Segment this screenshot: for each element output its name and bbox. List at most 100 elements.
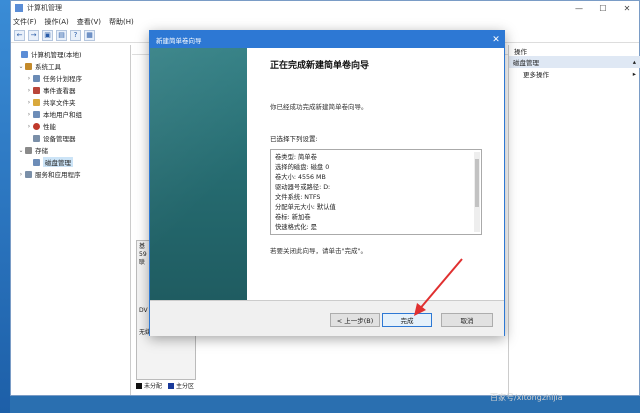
tree-item-label: 本地用户和组	[43, 111, 82, 119]
show-tree-icon[interactable]: ▣	[42, 29, 53, 41]
tree-item-local-users[interactable]: › 本地用户和组	[11, 108, 130, 120]
maximize-button[interactable]: ☐	[591, 4, 615, 13]
tree-item-task-scheduler[interactable]: › 任务计划程序	[11, 72, 130, 84]
legend-unallocated: 未分配	[144, 383, 163, 390]
summary-line: 卷类型: 简单卷	[275, 154, 317, 161]
wizard-content: 正在完成新建简单卷向导 你已经成功完成新建简单卷向导。 已选择下列设置: 卷类型…	[270, 48, 500, 255]
chevron-right-icon[interactable]: ›	[25, 111, 33, 118]
navigation-tree: 计算机管理(本地) ⌄ 系统工具 › 任务计划程序 › 事件查看器 › 共享文件…	[11, 45, 131, 395]
back-icon[interactable]: ←	[14, 29, 25, 41]
wizard-heading: 正在完成新建简单卷向导	[270, 61, 370, 71]
minimize-button[interactable]: —	[567, 4, 591, 13]
device-icon	[33, 134, 40, 142]
chevron-down-icon[interactable]: ⌄	[17, 63, 25, 70]
tree-item-label: 存储	[35, 147, 48, 155]
collapse-icon[interactable]: ▴	[633, 58, 636, 66]
tree-item-services-apps[interactable]: › 服务和应用程序	[11, 168, 130, 180]
services-icon	[25, 170, 32, 178]
actions-header: 操作	[514, 47, 527, 56]
users-icon	[33, 110, 40, 118]
cancel-button[interactable]: 取消	[441, 313, 493, 327]
tree-item-performance[interactable]: › 性能	[11, 120, 130, 132]
help-icon[interactable]: ?	[70, 29, 81, 41]
summary-line: 文件系统: NTFS	[275, 194, 321, 201]
tree-item-label: 共享文件夹	[43, 99, 76, 107]
tree-item-label: 磁盘管理	[43, 157, 73, 167]
tree-item-label: 任务计划程序	[43, 75, 82, 83]
new-simple-volume-wizard: 新建简单卷向导 ✕ 正在完成新建简单卷向导 你已经成功完成新建简单卷向导。 已选…	[149, 30, 505, 336]
dialog-close-icon[interactable]: ✕	[488, 35, 504, 45]
finish-button[interactable]: 完成	[382, 313, 432, 327]
window-controls: — ☐ ✕	[567, 4, 639, 13]
actions-section-disk-management[interactable]: 磁盘管理 ▴	[509, 56, 640, 68]
wizard-intro: 你已经成功完成新建简单卷向导。	[270, 103, 368, 111]
close-instruction: 若要关闭此向导，请单击"完成"。	[270, 247, 367, 255]
summary-line: 选择的磁盘: 磁盘 0	[275, 164, 330, 171]
forward-icon[interactable]: →	[28, 29, 39, 41]
settings-label: 已选择下列设置:	[270, 135, 318, 143]
desktop-background	[0, 0, 10, 413]
chevron-right-icon[interactable]: ›	[25, 123, 33, 130]
chevron-down-icon[interactable]: ⌄	[17, 147, 25, 154]
tree-item-event-viewer[interactable]: › 事件查看器	[11, 84, 130, 96]
summary-line: 驱动器号或路径: D:	[275, 184, 331, 191]
tree-item-label: 性能	[43, 123, 56, 131]
legend-primary: 主分区	[176, 383, 195, 390]
summary-line: 快速格式化: 是	[275, 224, 317, 231]
actions-pane: 操作 磁盘管理 ▴ 更多操作 ▸	[508, 45, 640, 395]
chevron-right-icon[interactable]: ›	[17, 171, 25, 178]
tree-item-device-manager[interactable]: 设备管理器	[11, 132, 130, 144]
summary-line: 分配单元大小: 默认值	[275, 204, 336, 211]
disk-icon	[33, 158, 40, 166]
summary-line: 卷大小: 4556 MB	[275, 174, 326, 181]
chevron-right-icon[interactable]: ›	[25, 99, 33, 106]
window-title: 计算机管理	[27, 4, 62, 12]
chevron-right-icon[interactable]: ›	[25, 75, 33, 82]
folder-icon	[33, 98, 40, 106]
menu-action[interactable]: 操作(A)	[45, 17, 69, 27]
primary-swatch	[168, 382, 175, 389]
back-button[interactable]: < 上一步(B)	[330, 313, 380, 327]
event-log-icon	[33, 86, 40, 94]
tree-item-storage[interactable]: ⌄ 存储	[11, 144, 130, 156]
wizard-footer: < 上一步(B) 完成 取消	[150, 300, 504, 336]
properties-icon[interactable]: ▤	[56, 29, 67, 41]
tree-item-shared-folders[interactable]: › 共享文件夹	[11, 96, 130, 108]
tree-item-label: 设备管理器	[43, 135, 76, 143]
menu-view[interactable]: 查看(V)	[77, 17, 101, 27]
submenu-arrow-icon: ▸	[632, 70, 636, 78]
window-titlebar: 计算机管理 — ☐ ✕	[11, 1, 639, 15]
menu-file[interactable]: 文件(F)	[13, 17, 37, 27]
banner-gradient	[150, 48, 247, 300]
app-icon	[15, 4, 23, 12]
tree-item-computer-management[interactable]: 计算机管理(本地)	[11, 48, 130, 60]
tree-item-label: 计算机管理(本地)	[31, 51, 82, 59]
scrollbar-thumb[interactable]	[475, 159, 479, 207]
tree-item-disk-management[interactable]: 磁盘管理	[11, 156, 130, 168]
dialog-title: 新建简单卷向导	[156, 36, 202, 45]
tree-item-label: 系统工具	[35, 63, 61, 71]
chevron-right-icon[interactable]: ›	[25, 87, 33, 94]
actions-section-label: 磁盘管理	[513, 59, 539, 67]
wizard-side-banner	[150, 48, 247, 300]
menu-help[interactable]: 帮助(H)	[109, 17, 134, 27]
tree-item-label: 事件查看器	[43, 87, 76, 95]
more-actions-label: 更多操作	[523, 71, 549, 79]
tree-item-system-tools[interactable]: ⌄ 系统工具	[11, 60, 130, 72]
menu-bar: 文件(F) 操作(A) 查看(V) 帮助(H)	[11, 15, 639, 28]
more-actions-item[interactable]: 更多操作 ▸	[509, 68, 640, 80]
close-button[interactable]: ✕	[615, 4, 639, 13]
summary-line: 卷标: 新加卷	[275, 214, 311, 221]
computer-icon	[21, 50, 28, 58]
summary-scrollbar[interactable]	[474, 152, 480, 232]
tools-icon	[25, 62, 32, 70]
dialog-titlebar: 新建简单卷向导 ✕	[150, 31, 504, 48]
show-actions-icon[interactable]: ▦	[84, 29, 95, 41]
storage-icon	[25, 146, 32, 154]
tree-item-label: 服务和应用程序	[35, 171, 81, 179]
watermark: 百家号/xitongzhijia	[490, 393, 563, 402]
settings-summary-box[interactable]: 卷类型: 简单卷 选择的磁盘: 磁盘 0 卷大小: 4556 MB 驱动器号或路…	[270, 149, 482, 235]
clock-icon	[33, 74, 40, 82]
legend: 未分配 主分区	[136, 381, 194, 390]
performance-icon	[33, 122, 40, 130]
